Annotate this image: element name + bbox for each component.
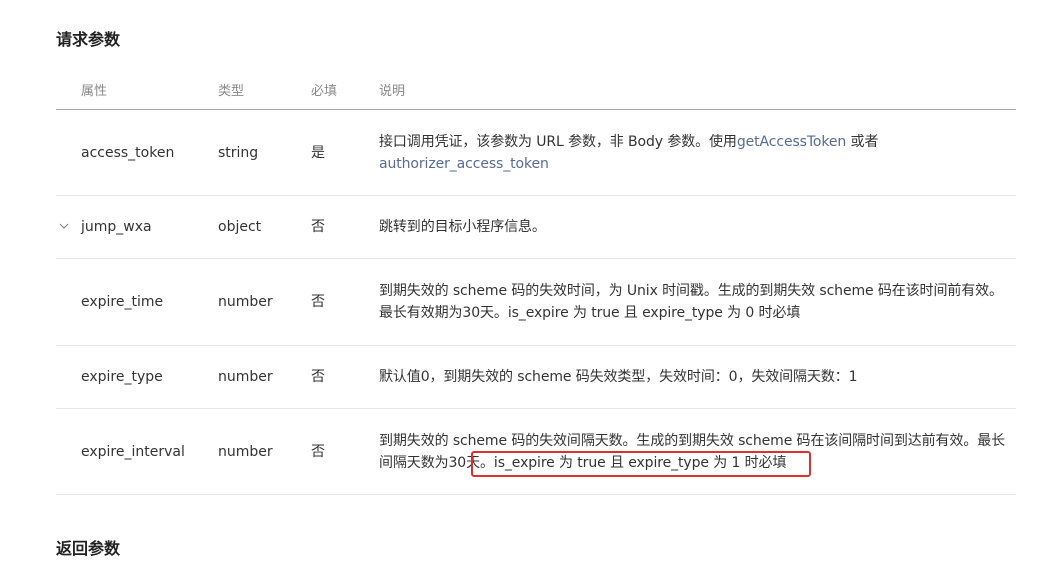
request-params-title: 请求参数 — [56, 30, 121, 49]
param-name: expire_interval — [56, 408, 218, 495]
param-name: expire_type — [56, 345, 218, 409]
param-required: 否 — [311, 195, 379, 259]
param-type: number — [218, 258, 311, 346]
param-type: object — [218, 195, 311, 259]
param-desc: 到期失效的 scheme 码的失效间隔天数。生成的到期失效 scheme 码在该… — [379, 408, 1016, 495]
authorizer-access-token-link[interactable]: authorizer_access_token — [379, 156, 549, 172]
param-name: jump_wxa — [81, 219, 152, 235]
param-type: number — [218, 408, 311, 495]
param-type: number — [218, 345, 311, 409]
param-required: 否 — [311, 345, 379, 409]
table-row: jump_wxa object 否 跳转到的目标小程序信息。 — [56, 195, 1016, 259]
header-type: 类型 — [218, 70, 311, 110]
param-name: expire_time — [56, 258, 218, 346]
param-desc: 接口调用凭证，该参数为 URL 参数，非 Body 参数。使用getAccess… — [379, 109, 1016, 196]
param-required: 否 — [311, 408, 379, 495]
param-required: 否 — [311, 258, 379, 346]
desc-text: 接口调用凭证，该参数为 URL 参数，非 Body 参数。使用 — [379, 133, 737, 150]
header-name: 属性 — [56, 70, 218, 110]
param-required: 是 — [311, 109, 379, 196]
param-name: access_token — [56, 109, 218, 196]
desc-text: 或者 — [846, 133, 879, 150]
param-type: string — [218, 109, 311, 196]
chevron-down-icon[interactable] — [58, 220, 70, 232]
table-row: access_token string 是 接口调用凭证，该参数为 URL 参数… — [56, 109, 1016, 196]
table-row: expire_type number 否 默认值0，到期失效的 scheme 码… — [56, 345, 1016, 409]
param-desc: 默认值0，到期失效的 scheme 码失效类型，失效时间：0，失效间隔天数：1 — [379, 345, 1016, 409]
table-row: expire_time number 否 到期失效的 scheme 码的失效时间… — [56, 258, 1016, 346]
getaccesstoken-link[interactable]: getAccessToken — [737, 134, 846, 150]
table-header-row: 属性 类型 必填 说明 — [56, 70, 1016, 110]
param-desc: 到期失效的 scheme 码的失效时间，为 Unix 时间戳。生成的到期失效 s… — [379, 258, 1016, 346]
table-row: expire_interval number 否 到期失效的 scheme 码的… — [56, 408, 1016, 495]
header-required: 必填 — [311, 70, 379, 110]
params-table: 属性 类型 必填 说明 access_token string 是 接口调用凭证… — [56, 70, 1016, 495]
response-params-title: 返回参数 — [56, 539, 121, 558]
param-desc: 跳转到的目标小程序信息。 — [379, 195, 1016, 259]
header-desc: 说明 — [379, 70, 1016, 110]
param-name-cell[interactable]: jump_wxa — [56, 195, 218, 259]
